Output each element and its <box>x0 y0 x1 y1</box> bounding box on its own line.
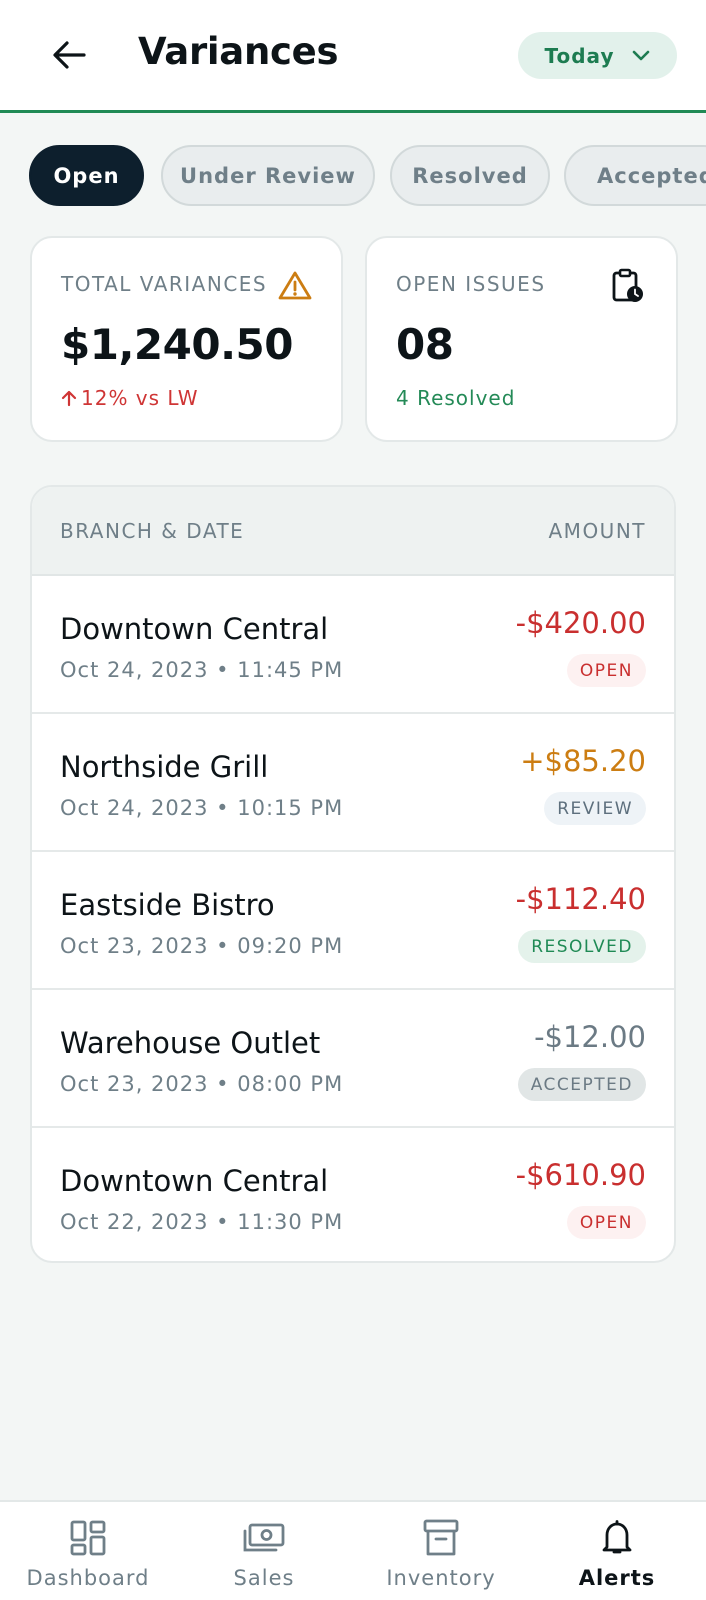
tab-resolved[interactable]: Resolved <box>390 145 550 206</box>
column-amount: AMOUNT <box>548 518 646 543</box>
tab-label: Accepted <box>597 163 706 188</box>
row-amount: -$112.40 <box>515 882 646 916</box>
column-branch-date: BRANCH & DATE <box>60 518 245 543</box>
dashboard-icon <box>70 1520 106 1556</box>
tab-open[interactable]: Open <box>29 145 144 206</box>
arrow-left-icon <box>53 41 86 69</box>
warning-icon <box>278 271 312 300</box>
row-branch: Eastside Bistro <box>60 888 275 922</box>
nav-inventory[interactable]: Inventory <box>353 1502 529 1600</box>
arrow-up-icon <box>61 390 77 407</box>
row-branch: Downtown Central <box>60 1164 329 1198</box>
status-badge: OPEN <box>566 1206 646 1239</box>
archive-box-icon <box>423 1519 459 1556</box>
row-date: Oct 23, 2023 • 09:20 PM <box>60 934 344 958</box>
status-badge: ACCEPTED <box>517 1068 646 1101</box>
bottom-navigation: Dashboard Sales Inventory Alerts <box>0 1500 706 1600</box>
clipboard-clock-icon <box>612 268 643 302</box>
row-date: Oct 22, 2023 • 11:30 PM <box>60 1210 344 1234</box>
resolved-count: 4 Resolved <box>396 386 516 410</box>
nav-label: Alerts <box>578 1566 656 1590</box>
table-row[interactable]: Warehouse Outlet Oct 23, 2023 • 08:00 PM… <box>32 990 674 1128</box>
row-amount: -$12.00 <box>534 1020 646 1054</box>
nav-dashboard[interactable]: Dashboard <box>0 1502 176 1600</box>
status-badge: REVIEW <box>544 792 646 825</box>
status-tabs: Open Under Review Resolved Accepted <box>29 145 706 207</box>
tab-label: Open <box>53 163 120 188</box>
row-date: Oct 23, 2023 • 08:00 PM <box>60 1072 344 1096</box>
date-filter-label: Today <box>544 43 615 68</box>
nav-label: Inventory <box>386 1566 496 1590</box>
nav-alerts[interactable]: Alerts <box>529 1502 705 1600</box>
tab-label: Resolved <box>412 163 528 188</box>
row-amount: -$420.00 <box>515 606 646 640</box>
date-filter-dropdown[interactable]: Today <box>518 32 677 79</box>
chevron-down-icon <box>633 50 650 60</box>
table-row[interactable]: Northside Grill Oct 24, 2023 • 10:15 PM … <box>32 714 674 852</box>
nav-label: Sales <box>233 1566 295 1590</box>
total-variances-card[interactable]: TOTAL VARIANCES $1,240.50 12% vs LW <box>30 236 343 442</box>
variances-table: BRANCH & DATE AMOUNT Downtown Central Oc… <box>30 485 676 1263</box>
bell-icon <box>602 1520 632 1554</box>
page-title: Variances <box>138 30 339 73</box>
total-variances-label: TOTAL VARIANCES <box>61 272 268 296</box>
open-issues-card[interactable]: OPEN ISSUES 08 4 Resolved <box>365 236 678 442</box>
tab-label: Under Review <box>180 163 356 188</box>
open-issues-value: 08 <box>396 320 454 369</box>
row-amount: -$610.90 <box>515 1158 646 1192</box>
nav-sales[interactable]: Sales <box>176 1502 352 1600</box>
row-branch: Downtown Central <box>60 612 329 646</box>
row-amount: +$85.20 <box>520 744 646 778</box>
variance-change: 12% vs LW <box>61 386 199 410</box>
table-row[interactable]: Eastside Bistro Oct 23, 2023 • 09:20 PM … <box>32 852 674 990</box>
variance-change-text: 12% vs LW <box>81 386 199 410</box>
nav-label: Dashboard <box>26 1566 150 1590</box>
open-issues-label: OPEN ISSUES <box>396 272 546 296</box>
status-badge: OPEN <box>566 654 646 687</box>
row-date: Oct 24, 2023 • 11:45 PM <box>60 658 344 682</box>
back-button[interactable] <box>44 30 94 80</box>
row-branch: Northside Grill <box>60 750 269 784</box>
row-date: Oct 24, 2023 • 10:15 PM <box>60 796 344 820</box>
app-header: Variances Today <box>0 0 706 113</box>
table-row[interactable]: Downtown Central Oct 22, 2023 • 11:30 PM… <box>32 1128 674 1261</box>
tab-accepted[interactable]: Accepted <box>564 145 706 206</box>
tab-under-review[interactable]: Under Review <box>161 145 375 206</box>
table-row[interactable]: Downtown Central Oct 24, 2023 • 11:45 PM… <box>32 576 674 714</box>
total-variances-value: $1,240.50 <box>61 320 293 369</box>
row-branch: Warehouse Outlet <box>60 1026 321 1060</box>
table-header: BRANCH & DATE AMOUNT <box>32 487 674 576</box>
cash-icon <box>243 1523 285 1552</box>
status-badge: RESOLVED <box>518 930 646 963</box>
